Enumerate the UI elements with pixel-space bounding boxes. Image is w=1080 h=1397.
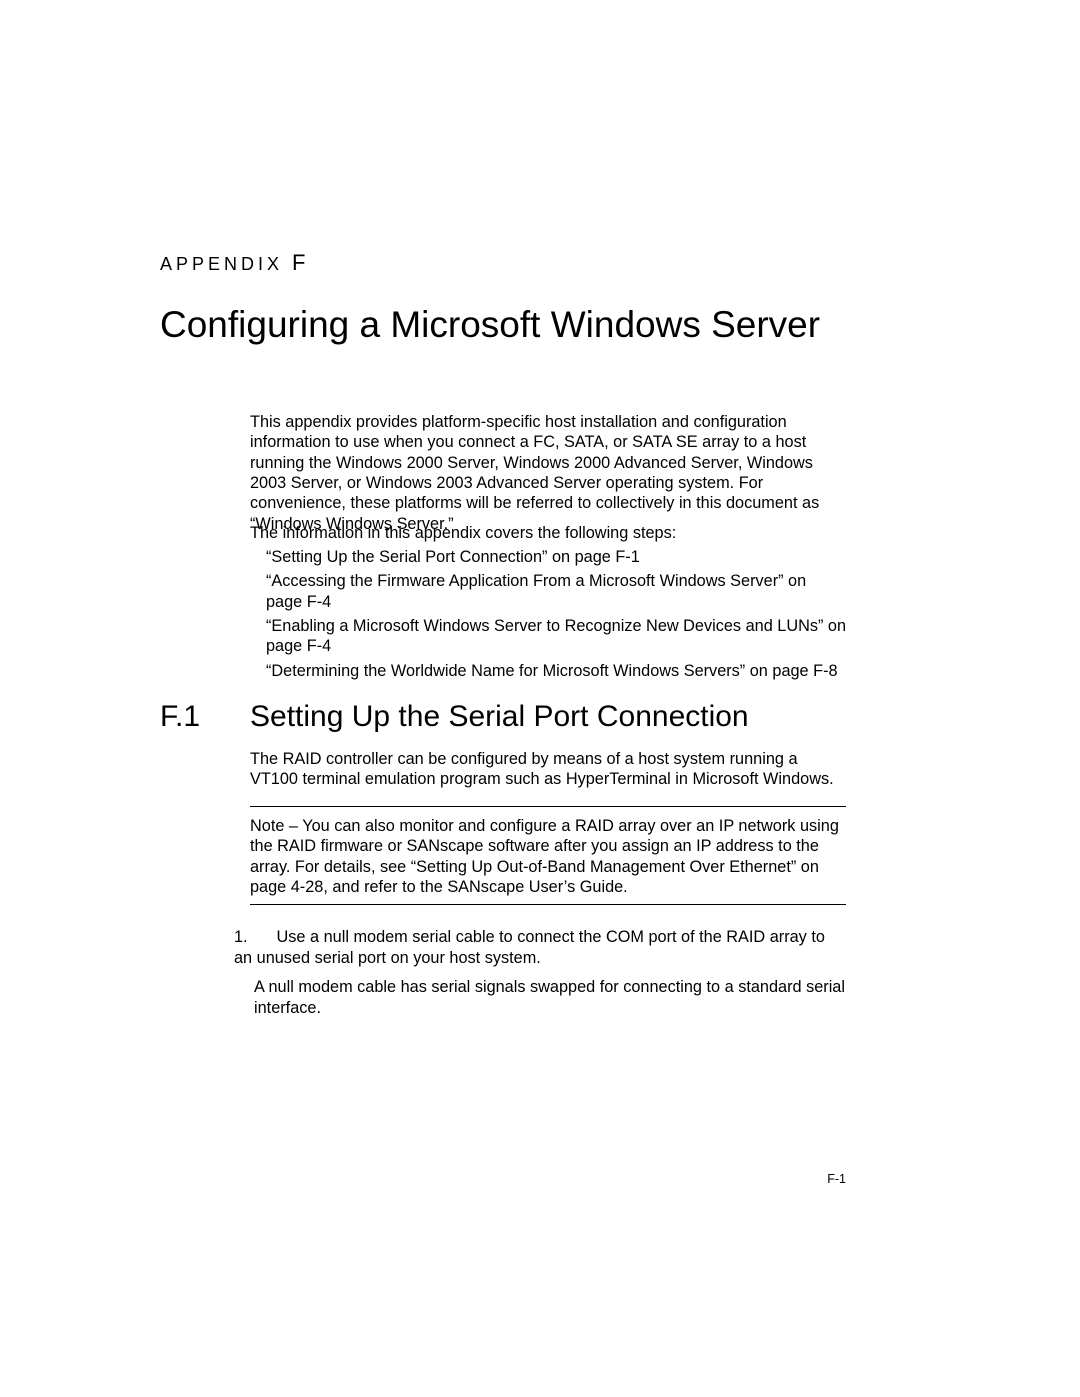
toc-item: “Accessing the Firmware Application From… — [266, 571, 851, 612]
step-text: Use a null modem serial cable to connect… — [234, 928, 825, 967]
toc-list: “Setting Up the Serial Port Connection” … — [266, 543, 851, 681]
step-number: 1. — [234, 927, 252, 948]
note-paragraph: Note – You can also monitor and configur… — [250, 816, 846, 897]
appendix-letter: F — [292, 250, 307, 275]
page-folio: F-1 — [827, 1172, 846, 1186]
section-number-text: F.1 — [160, 700, 200, 733]
section-title: Setting Up the Serial Port Connection — [250, 700, 749, 734]
note-rule-top — [250, 806, 846, 807]
toc-item: “Determining the Worldwide Name for Micr… — [266, 661, 851, 681]
chapter-title: Configuring a Microsoft Windows Server — [160, 304, 820, 346]
steps-lead: The information in this appendix covers … — [250, 524, 676, 543]
note-rule-bottom — [250, 904, 846, 905]
toc-item: “Setting Up the Serial Port Connection” … — [266, 547, 851, 567]
section-paragraph: The RAID controller can be configured by… — [250, 749, 846, 790]
appendix-label: APPENDIX F — [160, 250, 308, 276]
page: APPENDIX F Configuring a Microsoft Windo… — [0, 0, 1080, 1397]
step-subtext: A null modem cable has serial signals sw… — [254, 977, 846, 1019]
appendix-prefix: APPENDIX — [160, 254, 283, 274]
toc-item: “Enabling a Microsoft Windows Server to … — [266, 616, 851, 657]
section-number: F.1 — [160, 700, 200, 734]
intro-paragraph: This appendix provides platform-specific… — [250, 412, 846, 534]
step-1: 1. Use a null modem serial cable to conn… — [234, 927, 846, 1018]
